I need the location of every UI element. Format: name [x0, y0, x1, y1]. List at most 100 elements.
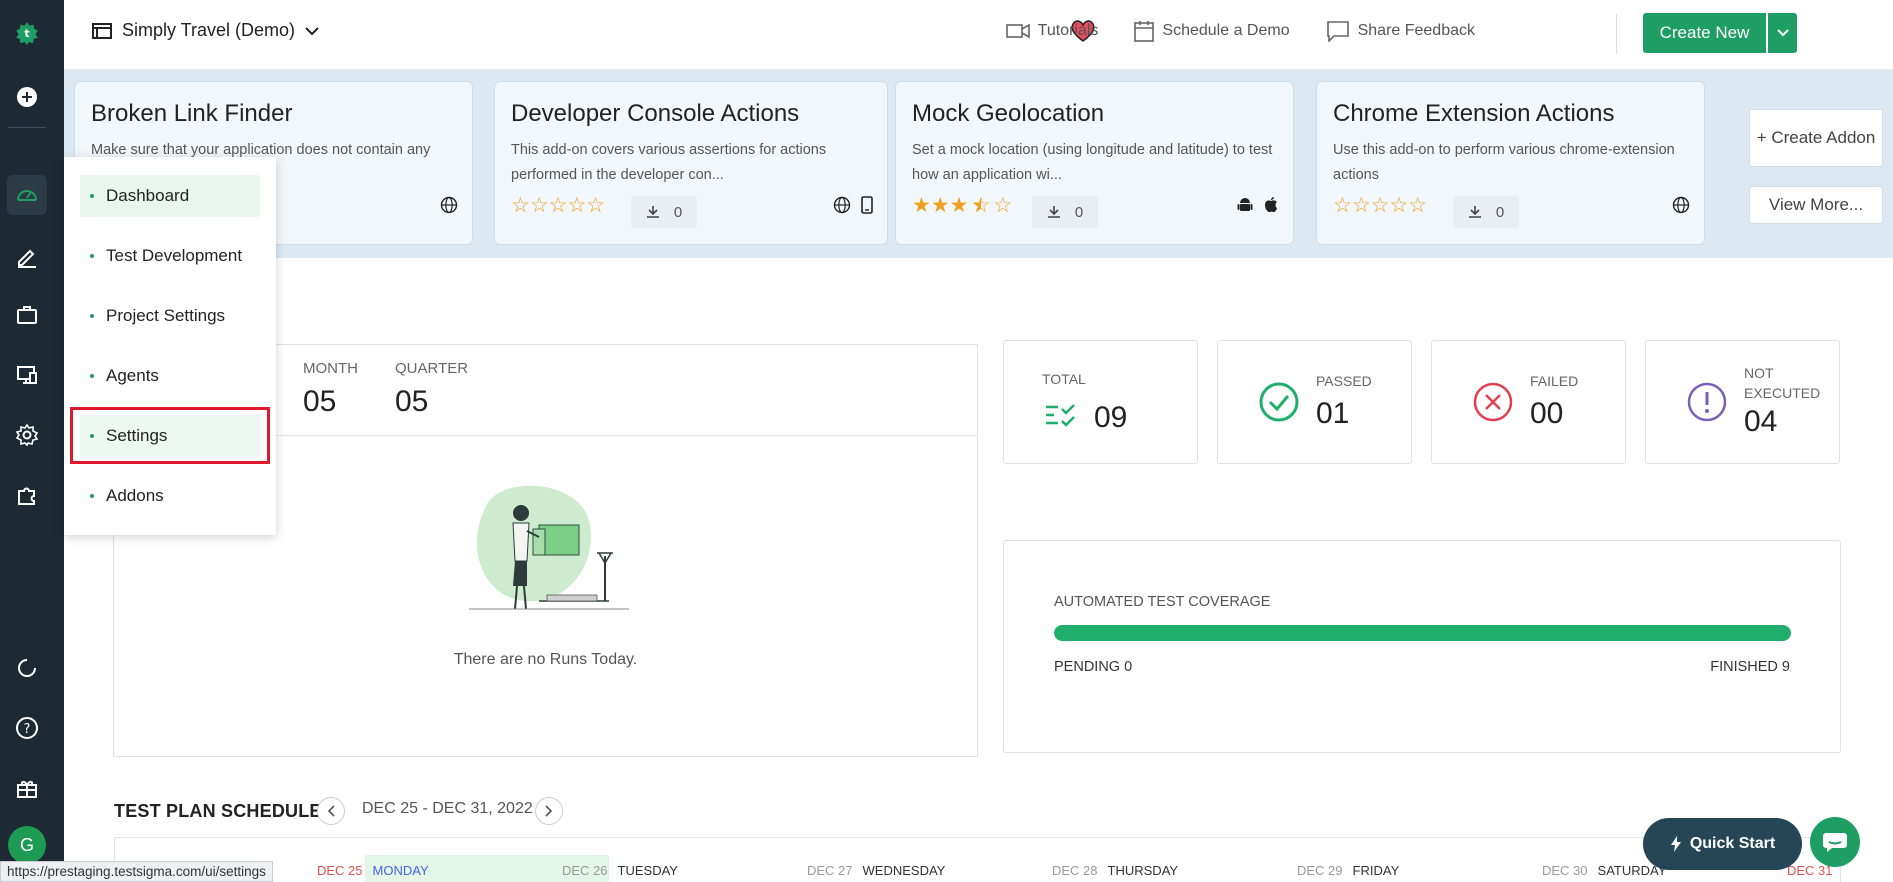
not-executed-label-line1: NOT	[1744, 365, 1774, 381]
addon-description: Set a mock location (using longitude and…	[912, 142, 1273, 183]
menu-item-label: Project Settings	[106, 306, 226, 325]
avatar[interactable]: G	[8, 826, 46, 864]
download-icon	[1047, 206, 1060, 218]
schedule-day-saturday[interactable]: DEC 30 SATURDAY	[1542, 863, 1666, 878]
addons-puzzle-icon[interactable]	[12, 480, 42, 510]
chevron-down-icon	[1776, 29, 1789, 37]
schedule-day-monday[interactable]: DEC 25 MONDAY	[317, 863, 429, 878]
video-icon	[1005, 23, 1030, 39]
period-quarter[interactable]: QUARTER 05	[395, 360, 468, 419]
chat-button[interactable]	[1810, 817, 1860, 867]
chat-bubble-icon	[1326, 21, 1349, 42]
project-icon	[92, 22, 112, 39]
calendar-icon	[1134, 21, 1155, 42]
empty-runs-illustration	[469, 485, 629, 610]
menu-item-dashboard[interactable]: Dashboard	[80, 175, 260, 217]
addon-title: Chrome Extension Actions	[1333, 100, 1615, 127]
menu-bullet	[90, 194, 94, 198]
create-new-button[interactable]: Create New	[1643, 13, 1766, 53]
project-selector[interactable]: Simply Travel (Demo)	[92, 20, 319, 41]
total-value: 09	[1094, 401, 1128, 434]
menu-item-project-settings[interactable]: Project Settings	[80, 295, 260, 337]
stat-passed[interactable]: PASSED 01	[1217, 340, 1412, 464]
menu-item-label: Test Development	[106, 246, 243, 265]
schedule-day-thursday[interactable]: DEC 28 THURSDAY	[1052, 863, 1178, 878]
day-date: DEC 27	[807, 863, 853, 878]
schedule-demo-link[interactable]: Schedule a Demo	[1134, 20, 1290, 42]
dashboard-icon[interactable]	[7, 175, 47, 215]
lightning-icon	[1670, 836, 1681, 852]
download-icon	[1468, 206, 1481, 218]
download-count-value: 0	[1074, 203, 1084, 221]
no-runs-message: There are no Runs Today.	[453, 651, 638, 668]
failed-label: FAILED	[1530, 373, 1579, 389]
agents-icon[interactable]	[12, 360, 42, 390]
schedule-prev-button[interactable]	[317, 797, 345, 825]
tutorials-label: Tutorials	[1037, 22, 1099, 39]
stat-failed[interactable]: FAILED 00	[1431, 340, 1626, 464]
addon-card-developer-console-actions[interactable]: Developer Console Actions This add-on co…	[494, 81, 888, 245]
platform-icons	[440, 196, 458, 214]
create-addon-button[interactable]: + Create Addon	[1749, 109, 1883, 167]
chevron-right-icon	[545, 805, 553, 817]
schedule-day-friday[interactable]: DEC 29 FRIDAY	[1297, 863, 1399, 878]
sidebar: t ? G	[0, 0, 64, 882]
passed-label: PASSED	[1316, 373, 1372, 389]
menu-item-label: Agents	[106, 366, 159, 385]
create-new-dropdown-button[interactable]	[1768, 13, 1797, 53]
download-count: 0	[1453, 196, 1519, 228]
menu-item-test-development[interactable]: Test Development	[80, 235, 260, 277]
automated-test-coverage: AUTOMATED TEST COVERAGE PENDING 0 FINISH…	[1003, 540, 1841, 753]
menu-item-addons[interactable]: Addons	[80, 475, 260, 517]
download-count: 0	[631, 196, 697, 228]
platform-icons	[1672, 196, 1690, 214]
schedule-day-wednesday[interactable]: DEC 27 WEDNESDAY	[807, 863, 945, 878]
gift-icon[interactable]	[12, 773, 42, 803]
tutorials-link[interactable]: Tutorials	[1005, 22, 1099, 40]
addon-description: Use this add-on to perform various chrom…	[1333, 142, 1675, 183]
addon-title: Broken Link Finder	[91, 100, 293, 127]
stat-total[interactable]: TOTAL 09	[1003, 340, 1198, 464]
month-value: 05	[303, 385, 337, 418]
top-links: Tutorials Schedule a Demo Share Feedback	[1005, 20, 1475, 42]
refresh-icon[interactable]	[12, 653, 42, 683]
coverage-progress-bar	[1054, 625, 1791, 641]
schedule-demo-label: Schedule a Demo	[1162, 22, 1290, 39]
add-icon[interactable]	[12, 82, 42, 112]
svg-text:?: ?	[24, 722, 31, 737]
addon-card-chrome-extension-actions[interactable]: Chrome Extension Actions Use this add-on…	[1316, 81, 1705, 245]
addon-card-mock-geolocation[interactable]: Mock Geolocation Set a mock location (us…	[895, 81, 1294, 245]
coverage-progress-fill	[1054, 625, 1791, 641]
period-month[interactable]: MONTH 05	[303, 360, 358, 419]
menu-item-label: Dashboard	[106, 186, 190, 205]
status-bar-url: https://prestaging.testsigma.com/ui/sett…	[0, 861, 273, 882]
test-development-icon[interactable]	[12, 241, 42, 271]
day-date: DEC 26	[562, 863, 608, 878]
globe-icon	[440, 196, 458, 214]
schedule-day-tuesday[interactable]: DEC 26 TUESDAY	[562, 863, 678, 878]
day-name: WEDNESDAY	[862, 863, 946, 878]
quarter-value: 05	[395, 385, 429, 418]
day-date: DEC 25	[317, 863, 363, 878]
globe-icon	[833, 196, 851, 214]
settings-highlight-box	[70, 407, 270, 464]
schedule-next-button[interactable]	[535, 797, 563, 825]
x-circle-icon	[1473, 382, 1513, 422]
testsigma-logo-icon[interactable]: t	[8, 14, 46, 52]
stat-not-executed[interactable]: NOT EXECUTED 04	[1645, 340, 1840, 464]
help-icon[interactable]: ?	[12, 713, 42, 743]
briefcase-icon[interactable]	[12, 300, 42, 330]
rating-stars: ★★★☆★☆	[912, 194, 1013, 217]
top-bar: Simply Travel (Demo)	[64, 0, 1893, 70]
quarter-label: QUARTER	[395, 360, 469, 377]
settings-gear-icon[interactable]	[12, 420, 42, 450]
svg-text:t: t	[24, 27, 29, 40]
share-feedback-link[interactable]: Share Feedback	[1326, 20, 1475, 42]
quick-start-button[interactable]: Quick Start	[1643, 818, 1802, 870]
top-divider	[1616, 14, 1617, 54]
passed-value: 01	[1316, 397, 1350, 430]
navigation-menu: Dashboard Test Development Project Setti…	[64, 157, 276, 535]
mobile-icon	[861, 196, 873, 214]
view-more-button[interactable]: View More...	[1749, 186, 1883, 224]
menu-item-agents[interactable]: Agents	[80, 355, 260, 397]
